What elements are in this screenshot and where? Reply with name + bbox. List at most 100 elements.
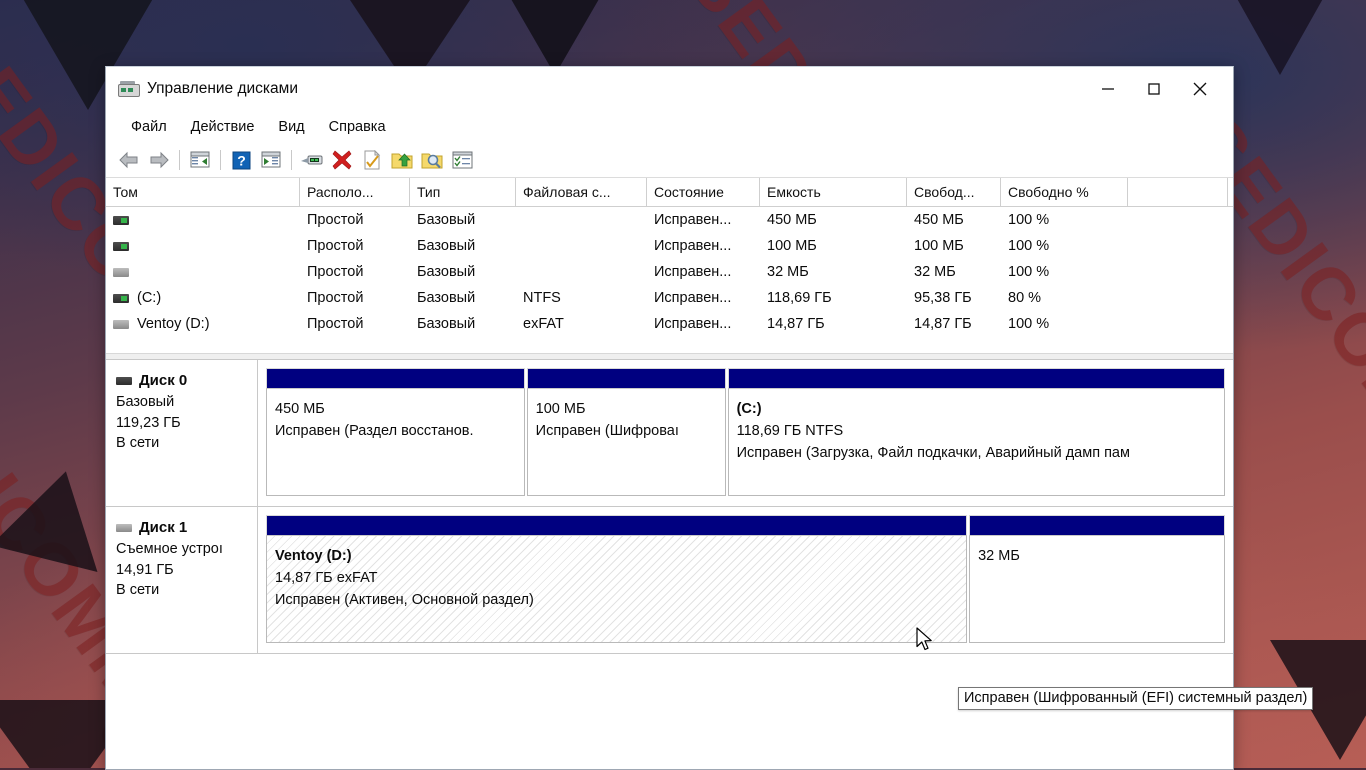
partition[interactable]: 100 МБ Исправен (Шифроваı [526,368,726,496]
disk-state-label: В сети [116,582,160,599]
partitions-area: Ventoy (D:) 14,87 ГБ exFAT Исправен (Актив… [258,507,1233,653]
menu-help[interactable]: Справка [318,115,397,139]
find-icon [421,153,443,168]
partition[interactable]: 32 МБ [969,515,1225,643]
cell-type: Базовый [417,316,476,332]
titlebar-left: Управление дисками [106,80,1085,98]
column-header[interactable]: Свободно % [1001,178,1128,206]
disk-name-label: Диск 0 [139,372,188,389]
volume-list-header: Том Располо... Тип Файловая с... Состояние Ем… [106,178,1233,207]
help-icon: ? [232,151,250,169]
toolbar-separator-1 [179,150,180,170]
disk-state-label: В сети [116,435,160,452]
column-header[interactable] [1128,178,1228,206]
rescan-disks-icon [301,155,323,165]
export-list-button[interactable] [387,145,417,175]
volume-list-rows: Простой Базовый Исправен... 450 МБ 450 МБ 100… [106,207,1233,359]
help-button[interactable]: ? [226,145,256,175]
column-header[interactable]: Файловая с... [516,178,647,206]
format-button[interactable] [357,145,387,175]
task-list-icon [452,151,472,169]
partition-label: Ventoy (D:) [275,548,352,564]
decor-triangle-3 [500,0,610,75]
cell-status: Исправен... [654,316,732,332]
minimize-icon [1102,88,1114,90]
forward-button[interactable] [144,145,174,175]
column-header[interactable]: Том [106,178,300,206]
column-header[interactable]: Тип [410,178,516,206]
partition[interactable]: (C:) 118,69 ГБ NTFS Исправен (Загрузка, Фа… [727,368,1225,496]
partition[interactable]: Ventoy (D:) 14,87 ГБ exFAT Исправен (Актив… [266,515,968,643]
format-icon [364,150,381,170]
properties-button[interactable] [256,145,286,175]
column-header[interactable]: Располо... [300,178,410,206]
partition-color-bar [266,368,525,388]
partition[interactable]: 450 МБ Исправен (Раздел восстанов. [266,368,525,496]
table-row[interactable]: (C:) Простой Базовый NTFS Исправен... 118,69 … [106,285,1233,311]
cell-free_pct: 100 % [1008,238,1050,254]
column-header[interactable]: Емкость [760,178,907,206]
volume-list-pane: Том Располо... Тип Файловая с... Состояние Ем… [106,178,1233,360]
back-button[interactable] [114,145,144,175]
disk-size-label: 119,23 ГБ [116,414,181,431]
window-titlebar: Управление дисками [106,67,1233,111]
volume-gray-icon [113,319,129,329]
partition-status: Исправен (Шифроваı [535,422,679,439]
show-hide-console-tree-button[interactable] [185,145,215,175]
volume-name-label: (C:) [137,290,162,306]
cell-free: 14,87 ГБ [914,316,972,332]
table-row[interactable]: Простой Базовый Исправен... 32 МБ 32 МБ 100 % [106,259,1233,285]
column-header[interactable]: Состояние [647,178,760,206]
partition-status: Исправен (Раздел восстанов. [275,422,474,439]
show-hide-console-tree-icon [190,151,210,168]
volume-name-cell: Ventoy (D:) [106,316,300,332]
table-row[interactable]: Ventoy (D:) Простой Базовый exFAT Исправен..… [106,311,1233,337]
find-button[interactable] [417,145,447,175]
disk-type-label: Базовый [116,394,175,410]
task-list-button[interactable] [447,145,477,175]
disk-row: Диск 1 Съемное устроı 14,91 ГБ В сети Ventoy… [106,507,1233,654]
close-button[interactable] [1177,67,1223,111]
cell-capacity: 32 МБ [767,264,809,280]
volume-name-cell [106,241,300,251]
partition-body[interactable]: (C:) 118,69 ГБ NTFS Исправен (Загрузка, Фа… [727,388,1225,496]
cell-layout: Простой [307,238,364,254]
maximize-button[interactable] [1131,67,1177,111]
menu-bar: Файл Действие Вид Справка [106,111,1233,143]
cell-capacity: 14,87 ГБ [767,316,825,332]
partition-body[interactable]: 100 МБ Исправен (Шифроваı [526,388,726,496]
cell-free: 100 МБ [914,238,964,254]
volume-name-cell [106,267,300,277]
cell-status: Исправен... [654,264,732,280]
partition-status: Исправен (Загрузка, Файл подкачки, Авари… [736,444,1130,461]
volume-name-cell: (C:) [106,290,300,306]
cell-free_pct: 80 % [1008,290,1042,306]
disk-info-panel[interactable]: Диск 0 Базовый 119,23 ГБ В сети [106,360,258,506]
cell-type: Базовый [417,212,476,228]
disk-type-label: Съемное устроı [116,541,223,557]
cell-capacity: 118,69 ГБ [767,290,832,306]
table-row[interactable]: Простой Базовый Исправен... 450 МБ 450 МБ 100… [106,207,1233,233]
menu-action[interactable]: Действие [180,115,266,139]
partition-status: Исправен (Активен, Основной раздел) [275,591,534,608]
toolbar: ? [106,143,1233,178]
rescan-disks-button[interactable] [297,145,327,175]
minimize-button[interactable] [1085,67,1131,111]
partition-size: 100 МБ [535,401,586,417]
disk-info-panel[interactable]: Диск 1 Съемное устроı 14,91 ГБ В сети [106,507,258,653]
table-row[interactable]: Простой Базовый Исправен... 100 МБ 100 МБ 100… [106,233,1233,259]
volume-list-horizontal-scrollbar[interactable] [106,353,1233,359]
menu-view[interactable]: Вид [267,115,315,139]
disk-rows-host: Диск 0 Базовый 119,23 ГБ В сети 450 МБ Исправ… [106,360,1233,654]
partition-body[interactable]: Ventoy (D:) 14,87 ГБ exFAT Исправен (Актив… [266,535,968,643]
partition-body[interactable]: 450 МБ Исправен (Раздел восстанов. [266,388,525,496]
partition-size: 118,69 ГБ NTFS [736,422,844,439]
graphical-pane-empty-area [106,654,1233,769]
export-list-icon [391,152,413,168]
column-header[interactable]: Свобод... [907,178,1001,206]
menu-file[interactable]: Файл [120,115,178,139]
partition-color-bar [969,515,1225,535]
delete-icon [332,150,352,170]
partition-body[interactable]: 32 МБ [969,535,1225,643]
delete-button[interactable] [327,145,357,175]
